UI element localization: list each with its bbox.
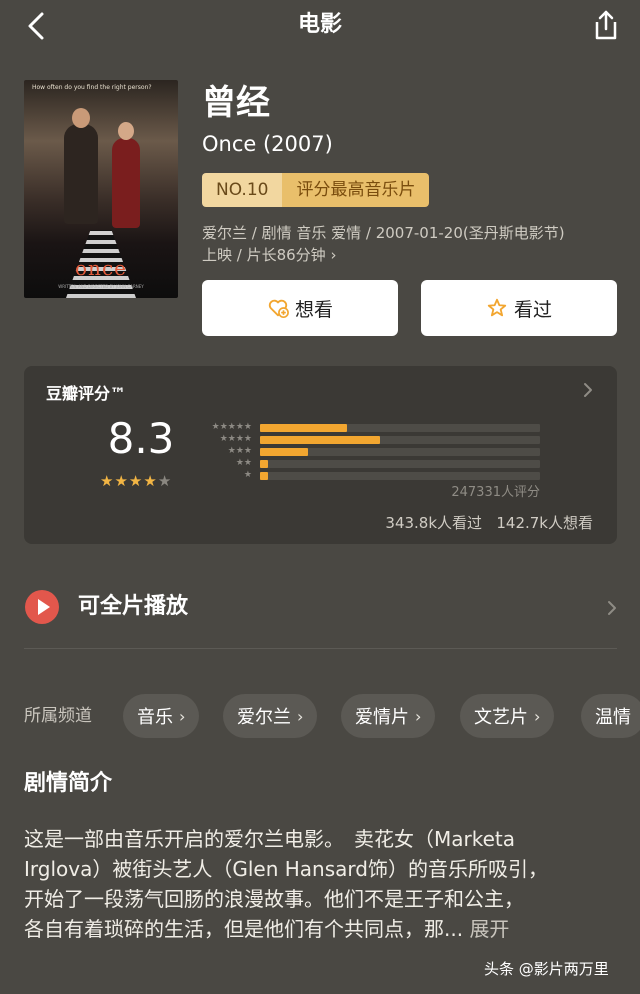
want-count: 142.7k人想看 bbox=[496, 514, 593, 532]
movie-poster[interactable]: How often do you find the right person? … bbox=[24, 80, 178, 298]
synopsis-title: 剧情简介 bbox=[24, 771, 113, 796]
synopsis-text: 这是一部由音乐开启的爱尔兰电影。 卖花女（Marketa Irglova）被街头… bbox=[24, 824, 624, 944]
chevron-right-icon: › bbox=[179, 706, 186, 726]
synopsis-line: 开始了一段荡气回肠的浪漫故事。他们不是王子和公主， bbox=[24, 887, 524, 911]
ranking-badge[interactable]: NO.10 评分最高音乐片 bbox=[202, 173, 430, 207]
rating-score: 8.3 bbox=[107, 414, 175, 463]
star-empty-icon: ★ bbox=[157, 472, 173, 490]
movie-title: 曾经 bbox=[202, 83, 270, 123]
synopsis-line: 这是一部由音乐开启的爱尔兰电影。 卖花女（Marketa bbox=[24, 827, 516, 851]
page-title: 电影 bbox=[297, 12, 342, 37]
poster-figure-man bbox=[64, 108, 98, 224]
synopsis-line-last: 各自有着琐碎的生活，但是他们有个共同点，那... 展开 bbox=[24, 914, 624, 944]
distribution-bar bbox=[260, 460, 268, 468]
distribution-bar bbox=[260, 448, 308, 456]
poster-credit: WRITTEN AND DIRECTED BY JOHN CARNEY bbox=[58, 284, 144, 289]
movie-meta-line2: 上映 / 片长86分钟 bbox=[202, 246, 326, 264]
distribution-bar-track bbox=[260, 460, 540, 468]
channel-chip[interactable]: 温情 bbox=[581, 694, 640, 738]
share-icon[interactable] bbox=[590, 8, 622, 42]
rater-count: 247331人评分 bbox=[451, 485, 540, 500]
chevron-right-icon[interactable] bbox=[606, 598, 618, 618]
want-to-watch-button[interactable]: 想看 bbox=[202, 280, 398, 336]
channels-label: 所属频道 bbox=[24, 706, 92, 726]
watch-stats: 343.8k人看过 142.7k人想看 bbox=[340, 512, 593, 533]
poster-figure-woman bbox=[112, 122, 140, 228]
rating-distribution-row: ★★★★ bbox=[200, 433, 540, 445]
distribution-bar bbox=[260, 436, 380, 444]
movie-meta[interactable]: 爱尔兰 / 剧情 音乐 爱情 / 2007-01-20(圣丹斯电影节) 上映 /… bbox=[202, 222, 622, 266]
expand-link[interactable]: 展开 bbox=[469, 917, 509, 941]
poster-title-art: once bbox=[75, 256, 127, 280]
distribution-stars-label: ★★★★ bbox=[219, 434, 252, 444]
channel-chip[interactable]: 爱情片 › bbox=[341, 694, 436, 738]
play-icon[interactable] bbox=[24, 589, 60, 625]
movie-meta-line1: 爱尔兰 / 剧情 音乐 爱情 / 2007-01-20(圣丹斯电影节) bbox=[202, 224, 565, 242]
rating-distribution-row: ★ bbox=[200, 469, 540, 481]
chevron-right-icon[interactable] bbox=[582, 380, 594, 400]
distribution-stars-label: ★★ bbox=[235, 458, 252, 468]
synopsis-line: 各自有着琐碎的生活，但是他们有个共同点，那... bbox=[24, 917, 464, 941]
ranking-list-name: 评分最高音乐片 bbox=[282, 173, 430, 207]
rating-stars: ★★★★★ bbox=[100, 472, 172, 490]
heart-plus-icon bbox=[268, 299, 289, 318]
channel-chip[interactable]: 文艺片 › bbox=[460, 694, 555, 738]
rating-distribution-row: ★★★★★ bbox=[200, 421, 540, 433]
want-to-watch-label: 想看 bbox=[294, 298, 333, 321]
distribution-stars-label: ★★★ bbox=[227, 446, 252, 456]
chevron-right-icon: › bbox=[534, 706, 541, 726]
channel-chip-label: 文艺片 bbox=[474, 707, 528, 728]
distribution-bar bbox=[260, 424, 347, 432]
ranking-number: NO.10 bbox=[202, 173, 283, 207]
distribution-stars-label: ★ bbox=[243, 470, 252, 480]
chevron-right-icon: › bbox=[330, 246, 337, 264]
divider bbox=[24, 648, 617, 649]
rating-distribution-row: ★★★ bbox=[200, 445, 540, 457]
distribution-bar-track bbox=[260, 448, 540, 456]
channel-chip[interactable]: 爱尔兰 › bbox=[223, 694, 318, 738]
synopsis-line: Irglova）被街头艺人（Glen Hansard饰）的音乐所吸引， bbox=[24, 857, 548, 881]
distribution-bar-track bbox=[260, 436, 540, 444]
chevron-right-icon: › bbox=[415, 706, 422, 726]
movie-meta-line2-wrap: 上映 / 片长86分钟 › bbox=[202, 244, 622, 266]
distribution-bar bbox=[260, 472, 268, 480]
star-filled-icon: ★ bbox=[143, 472, 158, 490]
full-play-label[interactable]: 可全片播放 bbox=[78, 591, 188, 623]
channel-chip[interactable]: 音乐 › bbox=[123, 694, 200, 738]
rating-distribution-row: ★★ bbox=[200, 457, 540, 469]
movie-original-title: Once (2007) bbox=[202, 132, 333, 156]
watermark: 头条 @影片两万里 bbox=[484, 960, 609, 978]
chevron-right-icon: › bbox=[297, 706, 304, 726]
distribution-bar-track bbox=[260, 424, 540, 432]
watched-count: 343.8k人看过 bbox=[385, 514, 483, 532]
poster-tagline: How often do you find the right person? bbox=[32, 84, 152, 91]
channel-chip-label: 爱尔兰 bbox=[237, 707, 291, 728]
watched-label: 看过 bbox=[513, 298, 552, 321]
watched-button[interactable]: 看过 bbox=[421, 280, 617, 336]
channel-chip-label: 爱情片 bbox=[355, 707, 409, 728]
distribution-stars-label: ★★★★★ bbox=[211, 422, 252, 432]
star-outline-icon bbox=[487, 298, 507, 317]
rating-card-title: 豆瓣评分™ bbox=[46, 384, 127, 403]
distribution-bar-track bbox=[260, 472, 540, 480]
star-filled-icon: ★ bbox=[128, 472, 144, 490]
star-filled-icon: ★ bbox=[100, 472, 115, 490]
star-filled-icon: ★ bbox=[114, 472, 129, 490]
channel-chip-label: 温情 bbox=[595, 707, 631, 728]
channel-chip-label: 音乐 bbox=[137, 707, 173, 728]
